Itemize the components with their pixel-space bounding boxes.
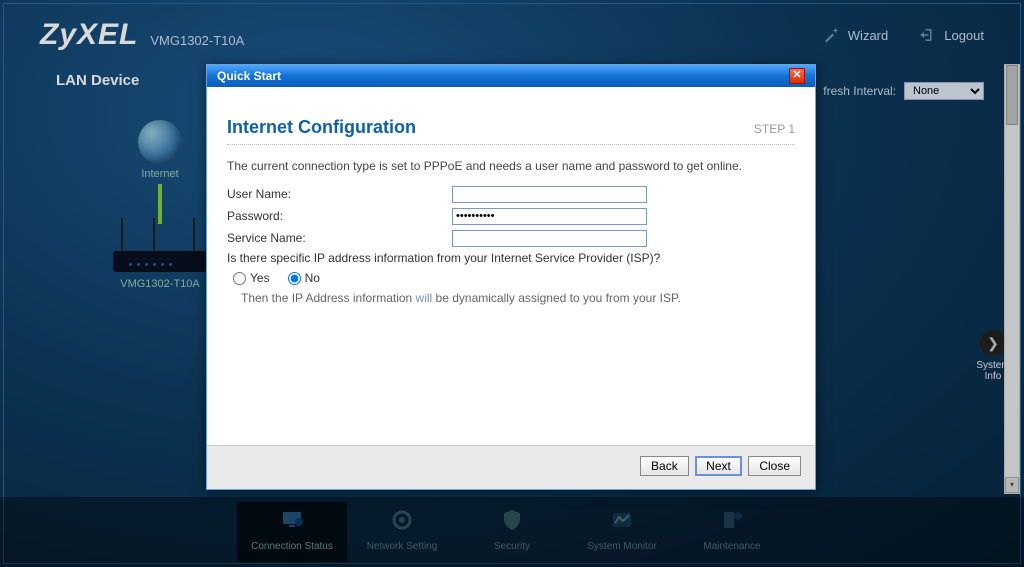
quick-start-modal: Quick Start ✕ Internet Configuration STE…: [206, 64, 816, 490]
close-icon[interactable]: ✕: [789, 68, 805, 84]
back-button[interactable]: Back: [640, 456, 689, 476]
password-label: Password:: [227, 209, 452, 223]
isp-question: Is there specific IP address information…: [227, 251, 795, 265]
username-input[interactable]: [452, 186, 647, 203]
step-indicator: STEP 1: [754, 122, 795, 136]
modal-title: Quick Start: [217, 69, 281, 83]
next-button[interactable]: Next: [695, 456, 742, 476]
intro-text: The current connection type is set to PP…: [227, 159, 795, 173]
radio-no-label: No: [305, 271, 320, 285]
password-input[interactable]: [452, 208, 647, 225]
radio-yes[interactable]: Yes: [233, 271, 270, 285]
radio-yes-label: Yes: [250, 271, 270, 285]
service-name-input[interactable]: [452, 230, 647, 247]
service-name-label: Service Name:: [227, 231, 452, 245]
hint-text: Then the IP Address information will be …: [241, 291, 795, 305]
close-button[interactable]: Close: [748, 456, 801, 476]
username-label: User Name:: [227, 187, 452, 201]
radio-no[interactable]: No: [288, 271, 320, 285]
section-title: Internet Configuration: [227, 117, 416, 138]
